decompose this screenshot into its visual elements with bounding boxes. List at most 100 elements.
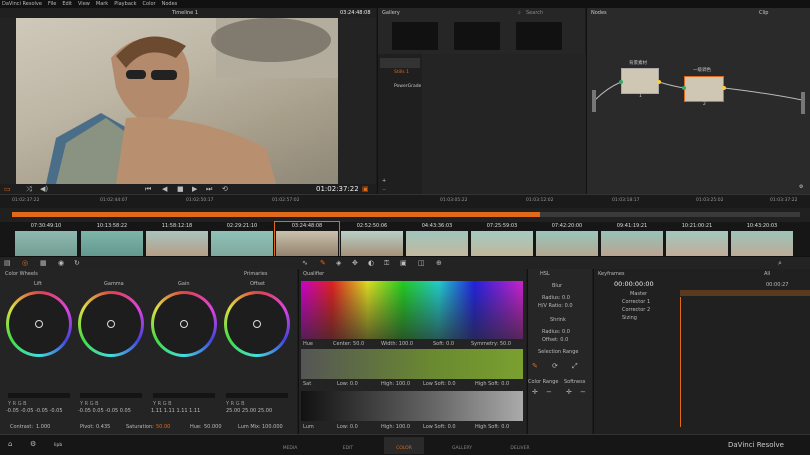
menu-playback[interactable]: Playback — [114, 1, 136, 7]
clip-icon[interactable]: ▭ — [4, 186, 11, 193]
timeline-track-bar[interactable] — [0, 208, 810, 222]
nodes-settings-icon[interactable]: ⚙ — [799, 184, 803, 190]
tab-media[interactable]: MEDIA — [270, 437, 310, 454]
gamma-values[interactable]: -0.05 0.05 -0.05 0.05 — [78, 408, 131, 414]
keyframes-filter[interactable]: All — [764, 271, 770, 277]
keyframe-track-bar[interactable] — [680, 290, 810, 296]
gain-values[interactable]: 1.11 1.11 1.11 1.11 — [151, 408, 200, 414]
wheel-lift[interactable] — [6, 291, 72, 357]
window-icon[interactable]: ◈ — [336, 260, 341, 267]
hue-symmetry[interactable]: Symmetry: 50.0 — [471, 341, 511, 347]
picker-plus-icon[interactable]: ⟳ — [552, 363, 558, 370]
menu-edit[interactable]: Edit — [62, 1, 72, 7]
timeline-title[interactable]: Timeline 1 — [172, 10, 198, 16]
stop-icon[interactable]: ■ — [177, 186, 184, 193]
lum-spectrum[interactable] — [301, 391, 523, 421]
key-icon[interactable]: ⚿ — [384, 260, 389, 267]
shrink-offset[interactable]: Offset: 0.0 — [542, 337, 568, 343]
add-album-icon[interactable]: + — [382, 178, 386, 184]
sat-high[interactable]: High: 100.0 — [381, 381, 410, 387]
lum-checkbox[interactable]: Lum — [303, 424, 314, 430]
menu-nodes[interactable]: Nodes — [162, 1, 178, 7]
kf-row-corrector-1[interactable]: Corrector 1 — [622, 299, 650, 305]
hue-soft[interactable]: Soft: 0.0 — [433, 341, 454, 347]
motion-icon[interactable]: ◉ — [58, 260, 64, 267]
lum-low[interactable]: Low: 0.0 — [337, 424, 358, 430]
shuffle-icon[interactable]: ⤨ — [26, 186, 32, 193]
picker-minus-icon[interactable]: ⤢ — [572, 363, 578, 370]
tab-deliver[interactable]: DELIVER — [500, 437, 540, 454]
settings-icon[interactable]: ⚙ — [30, 441, 36, 448]
soft-plus-icon[interactable]: ✛ — [566, 389, 572, 396]
tab-color[interactable]: COLOR — [384, 437, 424, 454]
shrink-radius[interactable]: Radius: 0.0 — [542, 329, 570, 335]
wheels-mode[interactable]: Primaries — [244, 271, 267, 277]
kf-row-sizing[interactable]: Sizing — [622, 315, 637, 321]
sizing-icon[interactable]: ▣ — [400, 260, 407, 267]
lum-highsoft[interactable]: High Soft: 0.0 — [475, 424, 509, 430]
still-thumbnail[interactable] — [516, 22, 562, 50]
soft-minus-icon[interactable]: − — [580, 389, 586, 396]
wheel-gamma[interactable] — [78, 291, 144, 357]
loop-icon[interactable]: ⟲ — [222, 186, 228, 193]
kf-row-master[interactable]: Master — [630, 291, 647, 297]
sat-spectrum[interactable] — [301, 349, 523, 379]
sat-lowsoft[interactable]: Low Soft: 0.0 — [423, 381, 456, 387]
hue-width[interactable]: Width: 100.0 — [381, 341, 413, 347]
still-thumbnail[interactable] — [454, 22, 500, 50]
gallery-toggle-icon[interactable]: ▣ — [362, 186, 369, 193]
gamma-master-slider[interactable] — [80, 393, 142, 398]
reset-icon[interactable]: ↻ — [74, 260, 80, 267]
play-icon[interactable]: ▶ — [192, 186, 197, 193]
offset-values[interactable]: 25.00 25.00 25.00 — [226, 408, 272, 414]
blur-hv-ratio[interactable]: H/V Ratio: 0.0 — [538, 303, 573, 309]
camera-raw-icon[interactable]: ▤ — [4, 260, 11, 267]
curves-icon[interactable]: ∿ — [302, 260, 308, 267]
color-wheels-tab-icon[interactable]: ◎ — [22, 260, 28, 267]
3d-icon[interactable]: ◫ — [418, 260, 425, 267]
home-icon[interactable]: ⌂ — [8, 441, 12, 448]
skip-start-icon[interactable]: ⏮ — [145, 186, 151, 193]
video-frame[interactable] — [16, 18, 338, 184]
menu-file[interactable]: File — [48, 1, 56, 7]
contrast-value[interactable]: 1.000 — [36, 424, 50, 430]
still-thumbnail[interactable] — [392, 22, 438, 50]
remove-album-icon[interactable]: − — [382, 187, 386, 193]
offset-master-slider[interactable] — [226, 393, 288, 398]
qualifier-icon[interactable]: ✎ — [320, 260, 326, 267]
pivot-value[interactable]: 0.435 — [96, 424, 110, 430]
keyframe-playhead[interactable] — [680, 297, 681, 427]
info-icon[interactable]: ⊕ — [436, 260, 442, 267]
tab-edit[interactable]: EDIT — [328, 437, 368, 454]
blur-icon[interactable]: ◐ — [368, 260, 374, 267]
lummix-value[interactable]: 100.000 — [262, 424, 283, 430]
play-reverse-icon[interactable]: ◀ — [162, 186, 167, 193]
sat-checkbox[interactable]: Sat — [303, 381, 311, 387]
lum-high[interactable]: High: 100.0 — [381, 424, 410, 430]
audio-icon[interactable]: ◀) — [40, 186, 48, 193]
rgb-mixer-icon[interactable]: ▦ — [40, 260, 47, 267]
tracker-icon[interactable]: ✥ — [352, 260, 358, 267]
hue-checkbox[interactable]: Hue — [303, 341, 313, 347]
sat-highsoft[interactable]: High Soft: 0.0 — [475, 381, 509, 387]
kf-row-corrector-2[interactable]: Corrector 2 — [622, 307, 650, 313]
tab-gallery[interactable]: GALLERY — [442, 437, 482, 454]
blur-radius[interactable]: Radius: 0.0 — [542, 295, 570, 301]
menu-color[interactable]: Color — [143, 1, 156, 7]
hue-center[interactable]: Center: 50.0 — [333, 341, 364, 347]
album-stills[interactable]: Stills 1 — [380, 58, 420, 75]
menu-mark[interactable]: Mark — [96, 1, 108, 7]
sat-low[interactable]: Low: 0.0 — [337, 381, 358, 387]
search-icon[interactable]: ⌕ — [518, 10, 521, 16]
skip-end-icon[interactable]: ⏭ — [206, 186, 212, 193]
menu-app[interactable]: DaVinci Resolve — [2, 1, 42, 7]
range-minus-icon[interactable]: − — [546, 389, 552, 396]
hue-value[interactable]: 50.000 — [204, 424, 222, 430]
gain-master-slider[interactable] — [153, 393, 215, 398]
lift-master-slider[interactable] — [8, 393, 70, 398]
timeline-ruler[interactable]: 01:02:37:22 01:02:44:07 01:02:50:17 01:0… — [0, 194, 810, 208]
lum-lowsoft[interactable]: Low Soft: 0.0 — [423, 424, 456, 430]
lift-values[interactable]: -0.05 -0.05 -0.05 -0.05 — [6, 408, 63, 414]
range-plus-icon[interactable]: ✛ — [532, 389, 538, 396]
wheel-gain[interactable] — [151, 291, 217, 357]
